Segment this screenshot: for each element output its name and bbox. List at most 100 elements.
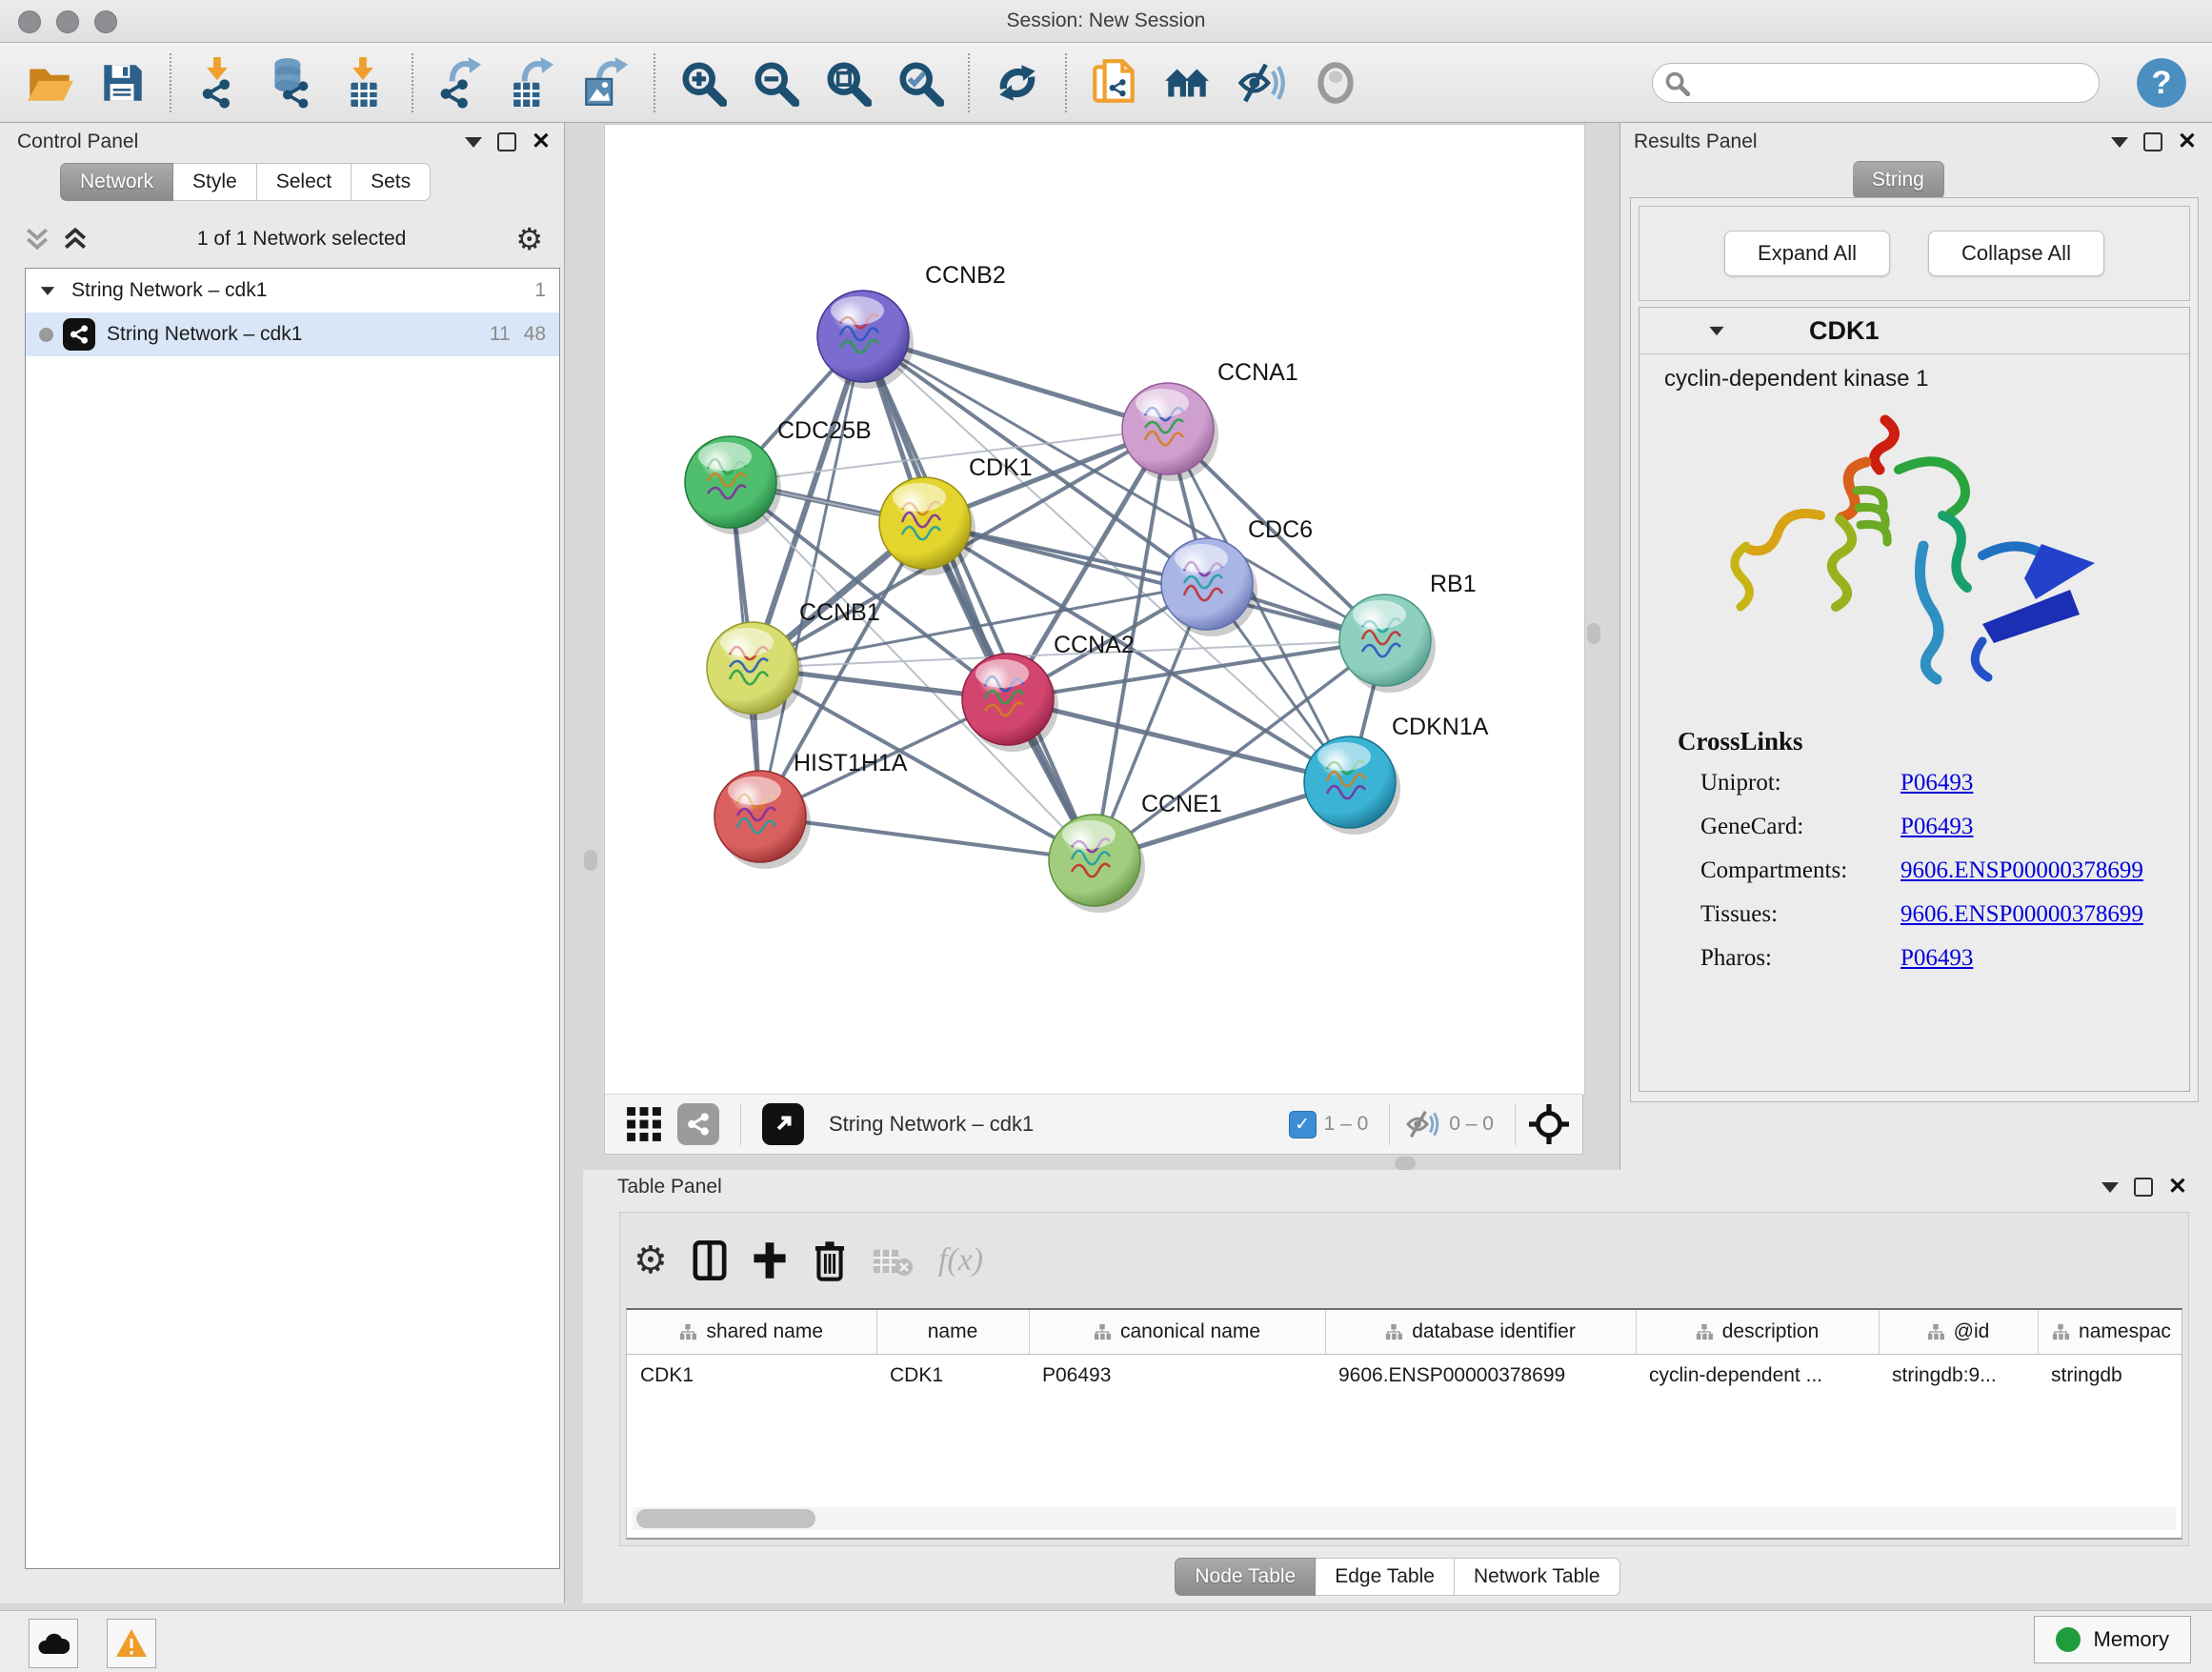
table-options-gear-icon[interactable]: ⚙ [633, 1241, 668, 1279]
network-canvas[interactable]: CCNB2CCNA1CDC25BCDK1CDC6RB1CCNB1CCNA2CDK… [604, 124, 1585, 1096]
network-collection-row[interactable]: String Network – cdk1 1 [26, 269, 559, 312]
node-label: CDC25B [777, 417, 872, 444]
uniprot-link[interactable]: P06493 [1900, 770, 1973, 796]
network-node-HIST1H1A[interactable]: HIST1H1A [714, 750, 908, 869]
show-columns-icon[interactable] [693, 1240, 727, 1280]
pharos-link[interactable]: P06493 [1900, 945, 1973, 972]
zoom-selected-button[interactable] [891, 53, 950, 112]
import-network-from-database-button[interactable] [262, 53, 321, 112]
memory-label: Memory [2094, 1627, 2169, 1652]
right-splitter-handle[interactable] [1587, 623, 1600, 644]
table-row[interactable]: CDK1CDK1 P064939606.ENSP00000378699 cycl… [627, 1355, 2182, 1398]
tab-network-table[interactable]: Network Table [1455, 1558, 1620, 1596]
import-table-from-file-button[interactable] [334, 53, 393, 112]
float-panel-icon[interactable] [2143, 132, 2162, 151]
help-button[interactable]: ? [2131, 52, 2192, 113]
close-panel-icon[interactable]: ✕ [2168, 1179, 2187, 1195]
refresh-button[interactable] [988, 53, 1047, 112]
warnings-button[interactable] [107, 1619, 156, 1668]
network-view-share-button[interactable] [674, 1099, 723, 1149]
zoom-out-button[interactable] [746, 53, 805, 112]
memory-button[interactable]: Memory [2034, 1616, 2191, 1663]
export-table-icon [508, 57, 559, 109]
scrollbar-thumb[interactable] [636, 1509, 815, 1528]
houses-icon [1161, 57, 1213, 109]
clone-network-button[interactable] [1085, 53, 1144, 112]
network-node-CCNA1[interactable]: CCNA1 [1122, 359, 1298, 481]
tab-string[interactable]: String [1853, 161, 1944, 199]
network-node-CDK1[interactable]: CDK1 [879, 454, 1033, 575]
memory-status-dot [2056, 1627, 2081, 1652]
crosslinks-section: CrossLinks Uniprot:P06493 GeneCard:P0649… [1678, 727, 2170, 989]
network-node-RB1[interactable]: RB1 [1339, 571, 1477, 693]
diagonal-arrow-icon [762, 1103, 804, 1145]
toolbar-separator [1065, 53, 1067, 112]
network-row[interactable]: String Network – cdk1 11 48 [26, 312, 559, 356]
collapse-panel-icon[interactable] [2101, 1182, 2119, 1193]
hidden-eye-slash-icon[interactable] [1403, 1108, 1441, 1140]
network-node-CDC6[interactable]: CDC6 [1161, 516, 1313, 636]
left-splitter-handle[interactable] [584, 850, 597, 871]
export-image-button[interactable] [576, 53, 635, 112]
column-header[interactable]: description [1636, 1310, 1879, 1355]
network-edge [863, 336, 1095, 860]
close-panel-icon[interactable]: ✕ [2178, 134, 2197, 150]
collapse-all-icon[interactable] [25, 228, 50, 251]
horizontal-scrollbar[interactable] [633, 1507, 2176, 1530]
float-panel-icon[interactable] [497, 132, 516, 151]
birds-eye-view-button[interactable] [758, 1099, 808, 1149]
zoom-selected-icon [895, 57, 946, 109]
column-header[interactable]: canonical name [1029, 1310, 1325, 1355]
selected-checkbox[interactable]: ✓ [1289, 1111, 1317, 1138]
tab-edge-table[interactable]: Edge Table [1316, 1558, 1455, 1596]
show-all-button[interactable] [1306, 53, 1365, 112]
help-icon: ? [2135, 56, 2188, 110]
export-table-button[interactable] [504, 53, 563, 112]
fit-content-crosshair-icon[interactable] [1529, 1104, 1569, 1144]
tab-style[interactable]: Style [173, 163, 257, 201]
zoom-fit-button[interactable] [818, 53, 877, 112]
collapse-panel-icon[interactable] [465, 137, 482, 148]
hide-selected-button[interactable] [1230, 56, 1293, 110]
node-table[interactable]: shared name name canonical name database… [626, 1308, 2182, 1540]
save-session-button[interactable] [92, 53, 151, 112]
expand-all-icon[interactable] [63, 228, 88, 251]
compartments-link[interactable]: 9606.ENSP00000378699 [1900, 857, 2143, 884]
zoom-in-button[interactable] [674, 53, 733, 112]
collection-expander-icon[interactable] [41, 287, 54, 295]
bottom-splitter-handle[interactable] [1395, 1157, 1416, 1170]
genecard-link[interactable]: P06493 [1900, 814, 1973, 840]
collapse-panel-icon[interactable] [2111, 137, 2128, 148]
open-session-button[interactable] [20, 53, 79, 112]
tab-select[interactable]: Select [257, 163, 352, 201]
expand-all-button[interactable]: Expand All [1724, 231, 1890, 276]
first-neighbors-button[interactable] [1157, 53, 1217, 112]
export-network-button[interactable] [432, 53, 491, 112]
network-node-CCNE1[interactable]: CCNE1 [1049, 791, 1222, 913]
protein-expander-icon[interactable] [1709, 326, 1723, 334]
network-options-gear-icon[interactable]: ⚙ [515, 224, 543, 254]
tab-node-table[interactable]: Node Table [1175, 1558, 1316, 1596]
show-grid-button[interactable] [622, 1102, 666, 1146]
node-label: CCNB2 [925, 262, 1006, 289]
close-panel-icon[interactable]: ✕ [532, 134, 551, 150]
tab-sets[interactable]: Sets [352, 163, 431, 201]
collapse-all-button[interactable]: Collapse All [1928, 231, 2104, 276]
float-panel-icon[interactable] [2134, 1178, 2153, 1197]
column-header[interactable]: name [876, 1310, 1029, 1355]
tissues-link[interactable]: 9606.ENSP00000378699 [1900, 901, 2143, 928]
tab-network[interactable]: Network [60, 163, 173, 201]
delete-column-icon[interactable] [813, 1239, 847, 1281]
column-header[interactable]: @id [1879, 1310, 2038, 1355]
crosslinks-heading: CrossLinks [1678, 727, 2170, 756]
cloud-button[interactable] [29, 1619, 78, 1668]
network-status-dot [39, 328, 53, 342]
import-network-from-file-button[interactable] [190, 53, 249, 112]
network-node-CDKN1A[interactable]: CDKN1A [1304, 714, 1489, 835]
search-input[interactable] [1652, 63, 2100, 103]
column-header[interactable]: shared name [627, 1310, 876, 1355]
add-column-icon[interactable] [752, 1240, 788, 1280]
column-header[interactable]: namespac [2038, 1310, 2182, 1355]
network-node-CCNB1[interactable]: CCNB1 [707, 599, 880, 720]
column-header[interactable]: database identifier [1325, 1310, 1636, 1355]
